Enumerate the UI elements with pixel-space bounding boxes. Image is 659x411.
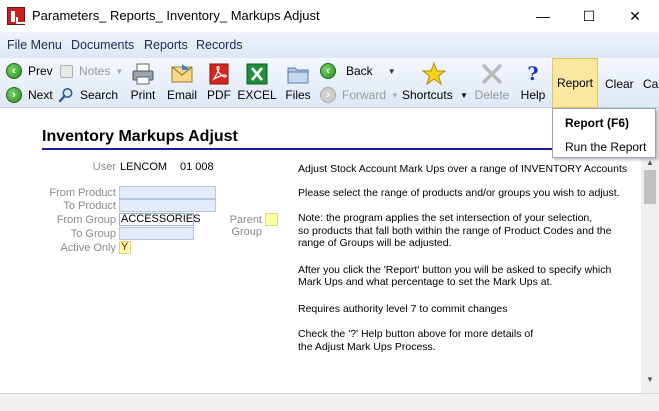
arrow-right-icon: › <box>6 87 22 103</box>
scroll-down-icon[interactable]: ▼ <box>641 372 659 386</box>
help-paragraph-4-line-2: Mark Ups and what percentage to set the … <box>298 276 553 288</box>
to-product-field[interactable] <box>119 199 216 212</box>
notes-icon <box>60 64 73 78</box>
help-button[interactable]: ? Help <box>518 60 548 106</box>
delete-button[interactable]: Delete <box>474 60 510 106</box>
close-button[interactable]: ✕ <box>612 0 658 32</box>
back-label: Back <box>346 64 373 78</box>
user-value: LENCOM <box>120 161 168 173</box>
parent-group-field[interactable] <box>265 213 278 226</box>
help-paragraph-1: Adjust Stock Account Mark Ups over a ran… <box>298 163 628 175</box>
excel-button[interactable]: EXCEL <box>237 60 277 106</box>
help-question-icon: ? <box>527 63 539 85</box>
to-product-label: To Product <box>63 200 116 212</box>
to-group-field[interactable] <box>119 227 194 240</box>
excel-icon <box>246 63 268 85</box>
arrow-left-icon: ‹ <box>320 63 336 79</box>
window-title: Parameters_ Reports_ Inventory_ Markups … <box>32 8 320 23</box>
pdf-icon <box>209 63 229 85</box>
help-label: Help <box>520 88 546 102</box>
next-label: Next <box>28 88 53 102</box>
folder-icon <box>287 67 309 84</box>
active-only-label: Active Only <box>60 242 116 254</box>
excel-label: EXCEL <box>237 88 277 102</box>
email-button[interactable]: Email <box>166 60 198 106</box>
pdf-button[interactable]: PDF <box>206 60 232 106</box>
email-label: Email <box>166 88 197 102</box>
title-bar: Parameters_ Reports_ Inventory_ Markups … <box>0 0 659 32</box>
delete-label: Delete <box>474 88 510 102</box>
chevron-down-icon: ▼ <box>460 91 468 100</box>
chevron-down-icon: ▼ <box>387 66 396 76</box>
search-icon <box>58 88 73 103</box>
files-label: Files <box>285 88 311 102</box>
report-dropdown-menu: Report (F6) Run the Report <box>552 108 656 158</box>
next-button[interactable]: › Next <box>6 85 53 105</box>
search-button[interactable]: Search <box>58 85 118 105</box>
files-button[interactable]: Files <box>284 60 312 106</box>
parent-group-label: Parent Group <box>229 214 262 238</box>
user-label: User <box>92 161 116 173</box>
notes-label: Notes <box>79 64 111 78</box>
page-title: Inventory Markups Adjust <box>42 128 238 145</box>
menu-item-report-f6[interactable]: Report (F6) <box>565 116 629 130</box>
help-paragraph-3-line-1: Note: the program applies the set inters… <box>298 212 593 224</box>
help-paragraph-2: Please select the range of products and/… <box>298 187 620 199</box>
chevron-down-icon: ▼ <box>115 66 124 76</box>
help-paragraph-3-line-2: so products that fall both within the ra… <box>298 225 612 237</box>
back-button[interactable]: ‹ Back ▼ <box>320 61 396 81</box>
menu-item-run-report[interactable]: Run the Report <box>565 140 646 154</box>
clear-button[interactable]: Clear <box>605 77 634 91</box>
from-group-field[interactable]: ACCESSORIES <box>119 213 200 226</box>
help-paragraph-3-line-3: range of Groups will be adjusted. <box>298 237 452 249</box>
star-icon <box>422 62 446 86</box>
menu-reports[interactable]: Reports <box>144 38 188 52</box>
forward-button[interactable]: › Forward ▼ <box>320 85 399 105</box>
forward-label: Forward <box>342 88 387 102</box>
from-group-label: From Group <box>56 214 116 226</box>
help-paragraph-6-line-1: Check the '?' Help button above for more… <box>298 328 534 340</box>
prev-label: Prev <box>28 64 53 78</box>
menu-file[interactable]: File Menu <box>7 38 62 52</box>
delete-x-icon <box>482 64 502 84</box>
prev-button[interactable]: ‹ Prev <box>6 61 53 81</box>
title-divider <box>42 148 622 150</box>
menu-documents[interactable]: Documents <box>71 38 134 52</box>
help-paragraph-6-line-2: the Adjust Mark Ups Process. <box>298 341 436 353</box>
shortcuts-label: Shortcuts <box>402 88 453 102</box>
to-group-label: To Group <box>70 228 116 240</box>
maximize-icon: ☐ <box>582 7 596 24</box>
print-label: Print <box>130 88 156 102</box>
printer-icon <box>132 63 154 85</box>
pdf-label: PDF <box>207 88 231 102</box>
chevron-down-icon: ▼ <box>391 90 399 100</box>
help-paragraph-5: Requires authority level 7 to commit cha… <box>298 303 508 315</box>
app-logo-icon <box>7 7 25 25</box>
menu-bar: File Menu Documents Reports Records <box>0 32 659 58</box>
user-code: 01 008 <box>180 161 214 173</box>
report-button[interactable]: Report <box>552 58 598 108</box>
report-label: Report <box>556 76 594 90</box>
print-button[interactable]: Print <box>128 60 158 106</box>
search-label: Search <box>80 88 119 102</box>
arrow-left-icon: ‹ <box>6 63 22 79</box>
cancel-button[interactable]: Ca <box>643 77 658 91</box>
active-only-field[interactable]: Y <box>119 241 131 254</box>
content-area: Inventory Markups Adjust User LENCOM 01 … <box>0 108 641 393</box>
minimize-button[interactable]: — <box>520 0 566 32</box>
close-icon: ✕ <box>629 7 641 24</box>
email-icon <box>171 64 193 83</box>
minimize-icon: — <box>536 8 550 24</box>
shortcuts-button[interactable]: Shortcuts ▼ <box>401 60 468 106</box>
maximize-button[interactable]: ☐ <box>566 0 612 32</box>
notes-button[interactable]: Notes ▼ <box>60 61 123 81</box>
help-paragraph-4-line-1: After you click the 'Report' button you … <box>298 264 612 276</box>
status-bar <box>0 393 659 411</box>
from-product-field[interactable] <box>119 186 216 199</box>
arrow-right-icon: › <box>320 87 336 103</box>
scroll-thumb[interactable] <box>644 170 656 204</box>
menu-records[interactable]: Records <box>196 38 243 52</box>
from-product-label: From Product <box>49 187 116 199</box>
